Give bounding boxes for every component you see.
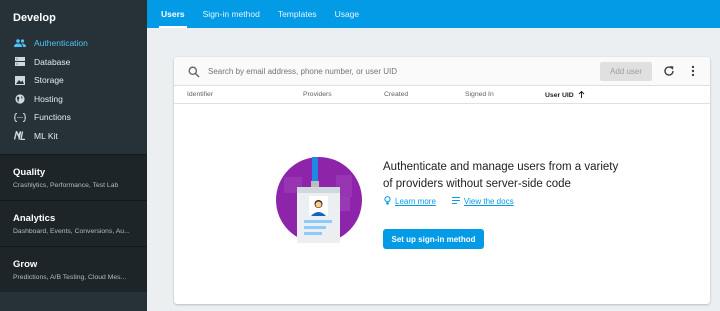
refresh-icon[interactable] <box>662 64 676 78</box>
sidebar-group-grow[interactable]: Grow Predictions, A/B Testing, Cloud Mes… <box>0 246 147 292</box>
sidebar-group-analytics[interactable]: Analytics Dashboard, Events, Conversions… <box>0 200 147 246</box>
search-icon <box>188 65 200 78</box>
empty-state-links: Learn more View the docs <box>384 196 530 207</box>
id-badge-illustration <box>276 157 362 243</box>
sidebar-item-label: Hosting <box>34 93 63 104</box>
sidebar-develop-section: Develop Authentication Database Storage … <box>0 0 147 154</box>
column-header-signed-in[interactable]: Signed In <box>465 91 494 98</box>
column-header-user-uid[interactable]: User UID <box>545 90 585 99</box>
sidebar-item-functions[interactable]: Functions <box>0 108 147 127</box>
lightbulb-icon <box>384 196 395 207</box>
sidebar-item-authentication[interactable]: Authentication <box>0 34 147 53</box>
users-card: Add user Identifier Providers Created Si… <box>174 57 710 304</box>
sidebar-item-ml-kit[interactable]: ML Kit <box>0 127 147 146</box>
column-header-created[interactable]: Created <box>384 91 408 98</box>
ml-kit-icon <box>13 131 26 141</box>
tab-templates[interactable]: Templates <box>270 0 325 28</box>
sidebar-item-label: ML Kit <box>34 130 58 141</box>
globe-icon <box>13 94 26 104</box>
sidebar-group-subtitle: Crashlytics, Performance, Test Lab <box>13 182 119 189</box>
setup-sign-in-method-button[interactable]: Set up sign-in method <box>383 229 484 249</box>
sidebar: Develop Authentication Database Storage … <box>0 0 147 311</box>
docs-icon <box>451 197 464 206</box>
sidebar-group-title: Analytics <box>13 213 56 224</box>
empty-state-title: Authenticate and manage users from a var… <box>383 161 619 190</box>
column-header-providers[interactable]: Providers <box>303 91 332 98</box>
image-icon <box>13 75 26 85</box>
sidebar-item-hosting[interactable]: Hosting <box>0 90 147 109</box>
tab-usage[interactable]: Usage <box>327 0 368 28</box>
sidebar-item-label: Storage <box>34 75 64 86</box>
table-header: Identifier Providers Created Signed In U… <box>174 86 710 104</box>
sort-arrow-up-icon <box>576 90 585 99</box>
sidebar-group-title: Grow <box>13 259 38 270</box>
sidebar-group-quality[interactable]: Quality Crashlytics, Performance, Test L… <box>0 154 147 200</box>
search-input[interactable] <box>208 66 600 76</box>
sidebar-item-label: Authentication <box>34 38 88 49</box>
add-user-button[interactable]: Add user <box>600 61 652 81</box>
functions-icon <box>13 112 26 122</box>
sidebar-item-label: Database <box>34 56 71 67</box>
search-toolbar: Add user <box>174 57 710 86</box>
sidebar-group-subtitle: Dashboard, Events, Conversions, Au... <box>13 228 130 235</box>
more-vert-icon[interactable] <box>686 64 700 78</box>
tab-bar: Users Sign-in method Templates Usage <box>147 0 720 28</box>
sidebar-item-database[interactable]: Database <box>0 53 147 72</box>
view-docs-link[interactable]: View the docs <box>451 197 514 206</box>
database-icon <box>13 57 26 67</box>
sidebar-item-label: Functions <box>34 112 71 123</box>
people-icon <box>13 38 26 48</box>
sidebar-item-storage[interactable]: Storage <box>0 71 147 90</box>
sidebar-group-subtitle: Predictions, A/B Testing, Cloud Mes... <box>13 274 127 281</box>
learn-more-link[interactable]: Learn more <box>384 196 436 207</box>
sidebar-section-title: Develop <box>13 12 56 24</box>
tab-users[interactable]: Users <box>153 0 193 28</box>
sidebar-group-title: Quality <box>13 167 46 178</box>
tab-sign-in-method[interactable]: Sign-in method <box>195 0 268 28</box>
column-header-identifier[interactable]: Identifier <box>187 91 213 98</box>
